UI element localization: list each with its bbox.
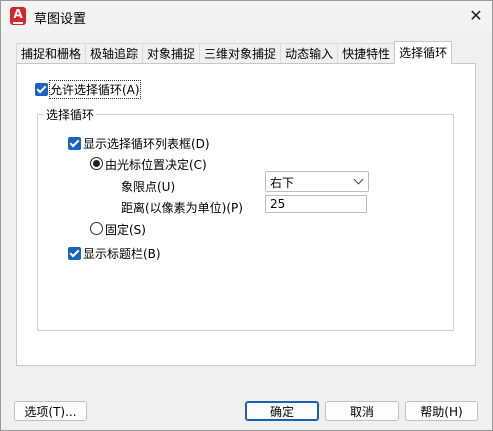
tab-strip: 捕捉和栅格 极轴追踪 对象捕捉 三维对象捕捉 动态输入 快捷特性 选择循环: [16, 41, 453, 64]
close-icon[interactable]: ✕: [466, 6, 486, 26]
autocad-app-icon: A: [10, 7, 26, 25]
tab-object-snap[interactable]: 对象捕捉: [142, 43, 201, 64]
distance-input[interactable]: 25: [265, 195, 367, 213]
show-list-box-label[interactable]: 显示选择循环列表框(D): [83, 135, 210, 152]
tab-quick-properties[interactable]: 快捷特性: [337, 43, 396, 64]
tab-polar-tracking[interactable]: 极轴追踪: [85, 43, 144, 64]
fixed-label[interactable]: 固定(S): [105, 221, 146, 238]
selection-cycling-panel: 允许选择循环(A) 选择循环 显示选择循环列表框(D) 由光标位置决定(C) 象…: [16, 63, 476, 366]
help-button[interactable]: 帮助(H): [405, 401, 478, 421]
tab-dynamic-input[interactable]: 动态输入: [280, 43, 339, 64]
window-title: 草图设置: [34, 12, 87, 27]
distance-label: 距离(以像素为单位)(P): [121, 201, 243, 215]
quadrant-select-value: 右下: [270, 176, 295, 190]
show-title-bar-checkbox[interactable]: [68, 247, 81, 260]
sketch-settings-dialog: A 草图设置 ✕ 捕捉和栅格 极轴追踪 对象捕捉 三维对象捕捉 动态输入 快捷特…: [0, 0, 493, 431]
quadrant-select[interactable]: 右下: [265, 171, 369, 192]
tab-selection-cycling[interactable]: 选择循环: [394, 41, 453, 64]
by-cursor-position-radio[interactable]: [90, 157, 103, 170]
show-title-bar-label[interactable]: 显示标题栏(B): [83, 245, 161, 262]
allow-selection-cycling-checkbox[interactable]: [35, 83, 48, 96]
selection-cycling-group: 选择循环 显示选择循环列表框(D) 由光标位置决定(C) 象限点(U) 距离(以…: [37, 106, 454, 331]
tab-snap-and-grid[interactable]: 捕捉和栅格: [16, 43, 87, 64]
ok-button[interactable]: 确定: [245, 401, 319, 421]
tab-3d-object-snap[interactable]: 三维对象捕捉: [199, 43, 282, 64]
quadrant-label: 象限点(U): [121, 180, 176, 194]
chevron-down-icon: [353, 174, 364, 185]
group-legend: 选择循环: [44, 106, 97, 123]
cancel-button[interactable]: 取消: [325, 401, 399, 421]
title-bar: A 草图设置 ✕: [1, 1, 492, 32]
options-button[interactable]: 选项(T)...: [14, 401, 87, 421]
allow-selection-cycling-label[interactable]: 允许选择循环(A): [49, 80, 141, 99]
show-list-box-checkbox[interactable]: [68, 137, 81, 150]
by-cursor-position-label[interactable]: 由光标位置决定(C): [105, 156, 207, 173]
app-icon-letter: A: [13, 7, 23, 21]
fixed-radio[interactable]: [90, 222, 103, 235]
